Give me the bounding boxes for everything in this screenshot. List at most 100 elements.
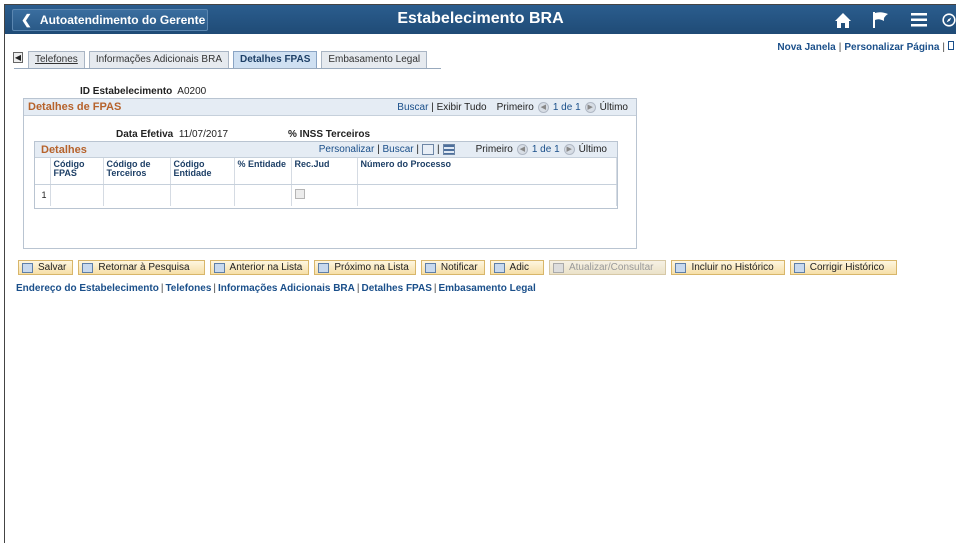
- effective-date-row: Data Efetiva 11/07/2017: [116, 129, 228, 140]
- action-toolbar: Salvar Retornar à Pesquisa Anterior na L…: [18, 260, 898, 275]
- link-informacoes-adicionais[interactable]: Informações Adicionais BRA: [218, 283, 355, 294]
- previous-arrow-icon[interactable]: ◀: [516, 144, 528, 155]
- fpas-counter: 1 de 1: [552, 102, 581, 113]
- fpas-last[interactable]: Último: [600, 102, 628, 113]
- save-icon: [22, 262, 33, 273]
- download-grid-icon[interactable]: [442, 144, 455, 155]
- next-arrow-icon[interactable]: ▶: [563, 144, 575, 155]
- tab-divider: [14, 68, 441, 69]
- save-button[interactable]: Salvar: [18, 260, 74, 275]
- notify-label: Notificar: [440, 262, 478, 273]
- include-history-icon: [675, 262, 687, 273]
- previous-arrow-icon[interactable]: ◀: [537, 102, 549, 113]
- fpas-code-cell[interactable]: [50, 184, 104, 206]
- entity-code-cell[interactable]: [170, 184, 235, 206]
- menu-icon[interactable]: [904, 8, 934, 32]
- establishment-id-label: ID Estabelecimento: [80, 86, 173, 97]
- rec-jud-checkbox[interactable]: [294, 189, 305, 200]
- add-icon: [493, 262, 505, 273]
- fpas-navigation: Buscar | Exibir Tudo Primeiro ◀ 1 de 1 ▶…: [397, 102, 628, 113]
- next-in-list-button[interactable]: Próximo na Lista: [314, 260, 416, 275]
- return-to-search-button[interactable]: Retornar à Pesquisa: [78, 260, 205, 275]
- details-title: Detalhes: [41, 144, 87, 156]
- page-title: Estabelecimento BRA: [397, 10, 564, 27]
- details-grid: Detalhes Personalizar | Buscar | | Prime…: [34, 141, 618, 209]
- fpas-view-all[interactable]: Exibir Tudo: [437, 102, 487, 113]
- home-icon[interactable]: [828, 8, 858, 32]
- column-header: Código FPAS: [50, 158, 104, 185]
- help-icon[interactable]: [948, 41, 954, 50]
- return-icon: [82, 262, 94, 273]
- previous-list-icon: [213, 262, 225, 273]
- details-navigation: Personalizar | Buscar | | Primeiro ◀ 1 d…: [318, 144, 607, 155]
- tab-informacoes-adicionais[interactable]: Informações Adicionais BRA: [88, 51, 229, 68]
- details-last[interactable]: Último: [579, 144, 607, 155]
- row-number-header: [35, 158, 51, 185]
- column-header: Código Entidade: [170, 158, 235, 185]
- zoom-grid-icon[interactable]: [422, 144, 434, 155]
- fpas-header: Detalhes de FPAS Buscar | Exibir Tudo Pr…: [24, 99, 636, 116]
- header-bar: ❮ Autoatendimento do Gerente Estabelecim…: [5, 5, 956, 34]
- tab-scroll-left-icon[interactable]: ◀: [13, 52, 23, 63]
- include-history-label: Incluir no Histórico: [691, 262, 774, 273]
- update-icon: [552, 262, 564, 273]
- tab-embasamento-legal[interactable]: Embasamento Legal: [321, 51, 428, 68]
- link-establishment-address[interactable]: Endereço do Estabelecimento: [16, 283, 159, 294]
- column-header: % Entidade: [234, 158, 292, 185]
- link-detalhes-fpas[interactable]: Detalhes FPAS: [361, 283, 431, 294]
- effective-date-label: Data Efetiva: [116, 129, 174, 140]
- fpas-title: Detalhes de FPAS: [28, 101, 122, 113]
- link-embasamento-legal[interactable]: Embasamento Legal: [438, 283, 535, 294]
- fpas-first[interactable]: Primeiro: [497, 102, 534, 113]
- correct-history-label: Corrigir Histórico: [809, 262, 885, 273]
- page-links: Endereço do Estabelecimento | Telefones | In…: [16, 283, 536, 294]
- details-first[interactable]: Primeiro: [476, 144, 513, 155]
- effective-date-value: 11/07/2017: [178, 129, 229, 140]
- entity-percent-cell[interactable]: [234, 184, 292, 206]
- details-header: Detalhes Personalizar | Buscar | | Prime…: [35, 142, 617, 158]
- establishment-id-value: A0200: [177, 86, 207, 97]
- correct-history-icon: [793, 262, 805, 273]
- process-number-cell[interactable]: [357, 184, 617, 206]
- details-counter: 1 de 1: [531, 144, 560, 155]
- notify-button[interactable]: Notificar: [420, 260, 485, 275]
- add-button[interactable]: Adic: [489, 260, 544, 275]
- column-header: Rec.Jud: [291, 158, 358, 185]
- rec-jud-cell: [291, 184, 358, 206]
- personalize-link[interactable]: Personalizar: [319, 144, 375, 155]
- top-links: Nova Janela | Personalizar Página |: [777, 41, 954, 53]
- update-display-button[interactable]: Atualizar/Consultar: [548, 260, 667, 275]
- fpas-details-section: Detalhes de FPAS Buscar | Exibir Tudo Pr…: [23, 98, 637, 249]
- next-arrow-icon[interactable]: ▶: [584, 102, 596, 113]
- previous-in-list-button[interactable]: Anterior na Lista: [209, 260, 310, 275]
- update-display-label: Atualizar/Consultar: [568, 262, 654, 273]
- establishment-id: ID Estabelecimento A0200: [80, 86, 206, 97]
- details-find-link[interactable]: Buscar: [382, 144, 413, 155]
- personalize-page-link[interactable]: Personalizar Página: [844, 42, 939, 53]
- third-party-code-cell[interactable]: [103, 184, 171, 206]
- table-header-row: Código FPAS Código de Terceiros Código E…: [35, 158, 617, 185]
- compass-icon[interactable]: [942, 8, 956, 32]
- row-number: 1: [35, 184, 51, 206]
- column-header: Número do Processo: [357, 158, 617, 185]
- details-table: Código FPAS Código de Terceiros Código E…: [35, 158, 617, 206]
- tab-detalhes-fpas[interactable]: Detalhes FPAS: [232, 51, 318, 68]
- correct-history-button[interactable]: Corrigir Histórico: [789, 260, 898, 275]
- new-window-link[interactable]: Nova Janela: [777, 42, 835, 53]
- link-telefones[interactable]: Telefones: [165, 283, 211, 294]
- column-header: Código de Terceiros: [103, 158, 171, 185]
- inss-label: % INSS Terceiros: [288, 129, 371, 140]
- return-button-label: Retornar à Pesquisa: [98, 262, 190, 273]
- table-row: 1: [35, 184, 617, 206]
- previous-list-label: Anterior na Lista: [229, 262, 303, 273]
- next-list-icon: [318, 262, 330, 273]
- include-history-button[interactable]: Incluir no Histórico: [671, 260, 785, 275]
- next-list-label: Próximo na Lista: [334, 262, 409, 273]
- fpas-find-link[interactable]: Buscar: [397, 102, 428, 113]
- tab-telefones[interactable]: Telefones: [28, 51, 85, 68]
- notify-icon: [424, 262, 436, 273]
- flag-icon[interactable]: [866, 8, 896, 32]
- add-label: Adic: [509, 262, 529, 273]
- tab-bar: ◀ Telefones Informações Adicionais BRA D…: [13, 51, 431, 68]
- save-button-label: Salvar: [38, 262, 67, 273]
